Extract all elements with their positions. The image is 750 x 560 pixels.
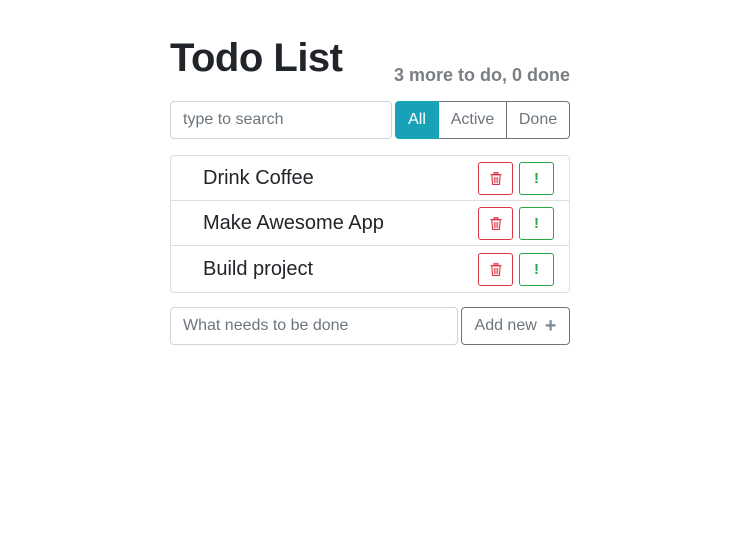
list-item: Drink Coffee ! xyxy=(171,156,569,201)
item-actions: ! xyxy=(478,206,554,240)
add-new-button[interactable]: Add new + xyxy=(461,307,570,345)
filter-done-button[interactable]: Done xyxy=(507,101,570,139)
plus-icon: + xyxy=(544,315,557,337)
app-header: Todo List 3 more to do, 0 done xyxy=(170,28,570,85)
todo-label[interactable]: Drink Coffee xyxy=(203,167,314,190)
filter-all-button[interactable]: All xyxy=(395,101,439,139)
mark-important-button[interactable]: ! xyxy=(519,252,554,286)
exclamation-icon: ! xyxy=(534,169,539,187)
trash-icon xyxy=(490,262,501,276)
search-input[interactable] xyxy=(170,101,392,139)
exclamation-icon: ! xyxy=(534,214,539,232)
page-title: Todo List xyxy=(170,36,343,80)
mark-important-button[interactable]: ! xyxy=(519,206,554,240)
exclamation-icon: ! xyxy=(534,260,539,278)
todo-stats: 3 more to do, 0 done xyxy=(393,65,570,85)
delete-button[interactable] xyxy=(478,206,513,240)
trash-icon xyxy=(490,216,501,230)
item-actions: ! xyxy=(478,161,554,195)
delete-button[interactable] xyxy=(478,252,513,286)
list-item: Make Awesome App ! xyxy=(171,201,569,246)
item-actions: ! xyxy=(478,252,554,286)
trash-icon xyxy=(490,171,501,185)
search-panel: All Active Done xyxy=(170,101,570,139)
list-item: Build project ! xyxy=(171,246,569,292)
add-item-form: Add new + xyxy=(170,307,570,345)
filter-active-button[interactable]: Active xyxy=(439,101,507,139)
todo-label[interactable]: Make Awesome App xyxy=(203,212,384,235)
filter-buttons: All Active Done xyxy=(395,101,570,139)
delete-button[interactable] xyxy=(478,161,513,195)
new-todo-input[interactable] xyxy=(170,307,458,345)
todo-label[interactable]: Build project xyxy=(203,258,313,281)
todo-list: Drink Coffee ! Make Awesome App ! Build … xyxy=(170,155,570,293)
add-new-label: Add new xyxy=(474,317,537,334)
todo-app: Todo List 3 more to do, 0 done All Activ… xyxy=(170,28,570,345)
mark-important-button[interactable]: ! xyxy=(519,161,554,195)
